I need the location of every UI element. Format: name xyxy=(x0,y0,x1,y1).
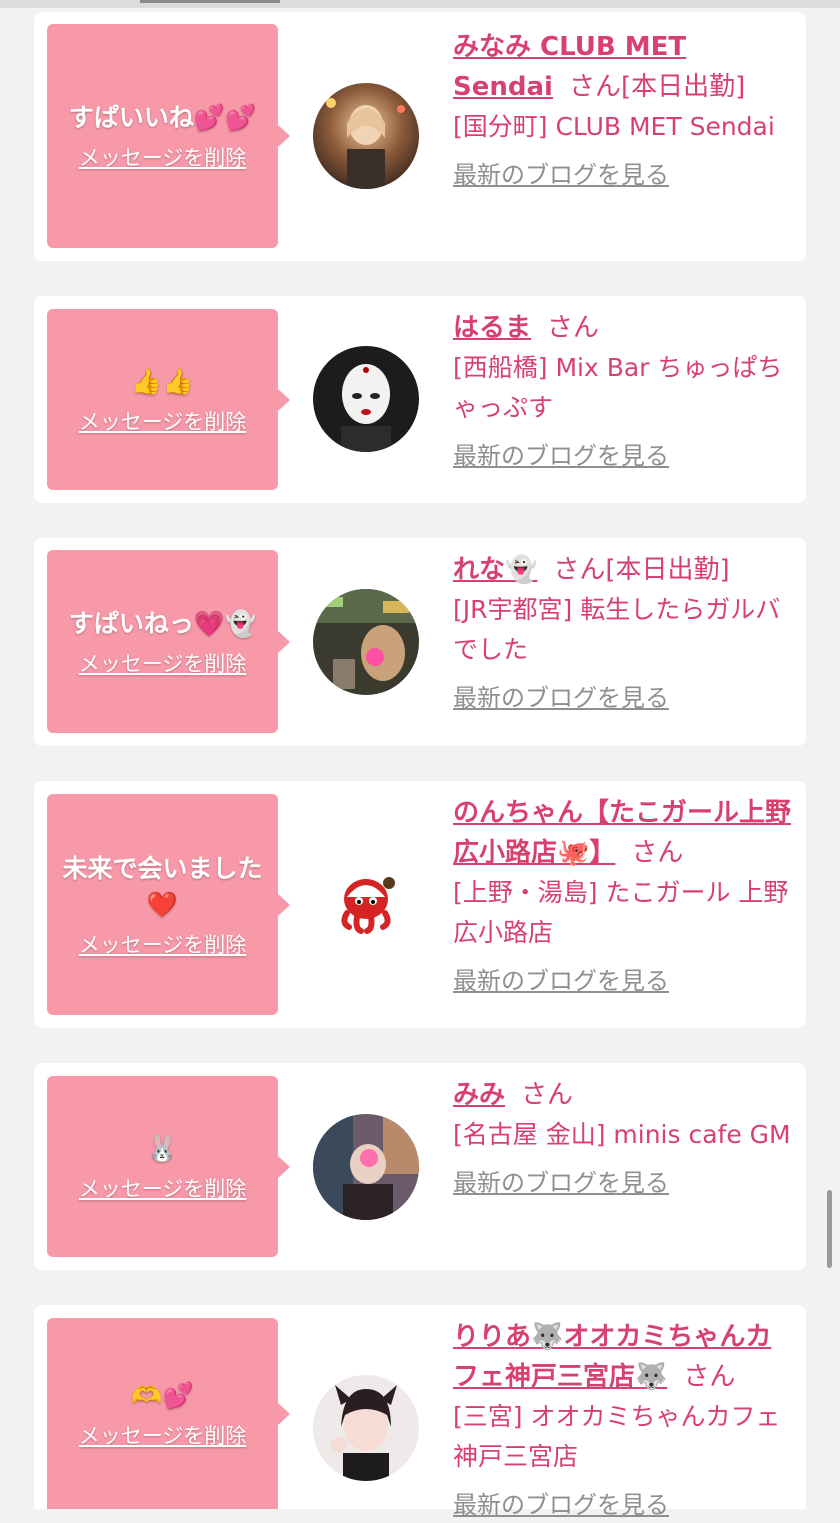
list-item: すぱいねっ💗👻 メッセージを削除 れな👻 さん[本日出勤] [JR宇都宮] 転生し… xyxy=(34,538,806,746)
delete-message-link[interactable]: メッセージを削除 xyxy=(79,1420,247,1450)
delete-message-link[interactable]: メッセージを削除 xyxy=(79,1173,247,1203)
user-info: りりあ🐺オオカミちゃんカフェ神戸三宮店🐺 さん [三宮] オオカミちゃんカフェ神戸… xyxy=(453,1317,793,1523)
user-name-link[interactable]: みみ xyxy=(453,1080,505,1110)
shop-label: [三宮] オオカミちゃんカフェ神戸三宮店 xyxy=(453,1402,781,1471)
octopus-avatar[interactable] xyxy=(313,851,419,957)
latest-blog-link[interactable]: 最新のブログを見る xyxy=(453,680,793,716)
shop-label: [名古屋 金山] minis cafe GM xyxy=(453,1120,791,1149)
scrollbar[interactable] xyxy=(827,1190,832,1268)
list-item: すぱいいね💕💕 メッセージを削除 みなみ CLUB MET Sendai さん[本… xyxy=(34,12,806,261)
message-text: 🫶💕 xyxy=(131,1380,194,1410)
user-info: はるま さん [西船橋] Mix Bar ちゅっぱちゃっぷす 最新のブログを見る xyxy=(453,308,793,474)
list-item: 🐰 メッセージを削除 みみ さん [名古屋 金山] minis cafe GM 最… xyxy=(34,1063,806,1270)
message-text: すぱいねっ💗👻 xyxy=(68,608,257,638)
user-info: みみ さん [名古屋 金山] minis cafe GM 最新のブログを見る xyxy=(453,1075,793,1201)
message-text: すぱいいね💕💕 xyxy=(68,103,257,132)
avatar[interactable] xyxy=(313,83,419,189)
avatar[interactable] xyxy=(313,346,419,452)
user-info: みなみ CLUB MET Sendai さん[本日出勤] [国分町] CLUB M… xyxy=(453,27,793,193)
san-label: さん xyxy=(631,838,684,868)
list-item: 👍👍 メッセージを削除 はるま さん [西船橋] Mix Bar ちゅっぱちゃっぷ… xyxy=(34,296,806,503)
message-box: すぱいいね💕💕 メッセージを削除 xyxy=(47,24,290,248)
message-box: 👍👍 メッセージを削除 xyxy=(47,309,290,490)
message-box: 🐰 メッセージを削除 xyxy=(47,1076,290,1257)
shop-label: [JR宇都宮] 転生したらガルバでした xyxy=(453,595,781,664)
status-badge: [本日出勤] xyxy=(605,555,730,585)
shop-label: [上野・湯島] たこガール 上野広小路店 xyxy=(453,878,789,947)
shop-label: [国分町] CLUB MET Sendai xyxy=(453,112,775,141)
san-label: さん xyxy=(547,313,600,343)
user-info: れな👻 さん[本日出勤] [JR宇都宮] 転生したらガルバでした 最新のブログを見… xyxy=(453,550,793,716)
top-bar xyxy=(0,0,840,8)
latest-blog-link[interactable]: 最新のブログを見る xyxy=(453,1487,793,1523)
latest-blog-link[interactable]: 最新のブログを見る xyxy=(453,963,793,999)
latest-blog-link[interactable]: 最新のブログを見る xyxy=(453,157,793,193)
san-label: さん xyxy=(521,1080,574,1110)
user-info: のんちゃん【たこガール上野広小路店🐙】 さん [上野・湯島] たこガール 上野広小… xyxy=(453,793,793,999)
delete-message-link[interactable]: メッセージを削除 xyxy=(79,406,247,436)
message-text: 未来で会いました❤️ xyxy=(62,853,263,919)
user-name-link[interactable]: れな👻 xyxy=(453,555,537,585)
san-label: さん xyxy=(683,1362,736,1392)
san-label: さん xyxy=(568,72,621,102)
san-label: さん xyxy=(553,555,606,585)
avatar[interactable] xyxy=(313,1375,419,1481)
message-text: 🐰 xyxy=(146,1133,179,1163)
delete-message-link[interactable]: メッセージを削除 xyxy=(79,929,247,959)
list-item: 未来で会いました❤️ メッセージを削除 のんちゃん【たこガール上野広小路店🐙】さ… xyxy=(34,781,806,1028)
latest-blog-link[interactable]: 最新のブログを見る xyxy=(453,438,793,474)
avatar[interactable] xyxy=(313,1114,419,1220)
latest-blog-link[interactable]: 最新のブログを見る xyxy=(453,1165,793,1201)
user-name-link[interactable]: のんちゃん【たこガール上野広小路店🐙】 xyxy=(453,798,791,868)
shop-label: [西船橋] Mix Bar ちゅっぱちゃっぷす xyxy=(453,353,783,422)
message-box: 🫶💕 メッセージを削除 xyxy=(47,1318,290,1509)
message-box: 未来で会いました❤️ メッセージを削除 xyxy=(47,794,290,1015)
delete-message-link[interactable]: メッセージを削除 xyxy=(79,142,247,172)
user-name-link[interactable]: はるま xyxy=(453,313,531,343)
active-tab-indicator xyxy=(140,0,280,3)
avatar[interactable] xyxy=(313,589,419,695)
message-box: すぱいねっ💗👻 メッセージを削除 xyxy=(47,550,290,733)
status-badge: [本日出勤] xyxy=(620,72,746,102)
delete-message-link[interactable]: メッセージを削除 xyxy=(79,648,247,678)
message-text: 👍👍 xyxy=(131,366,194,396)
list-item: 🫶💕 メッセージを削除 りりあ🐺オオカミちゃんカフェ神戸三宮店🐺 さん [三宮] … xyxy=(34,1305,806,1519)
